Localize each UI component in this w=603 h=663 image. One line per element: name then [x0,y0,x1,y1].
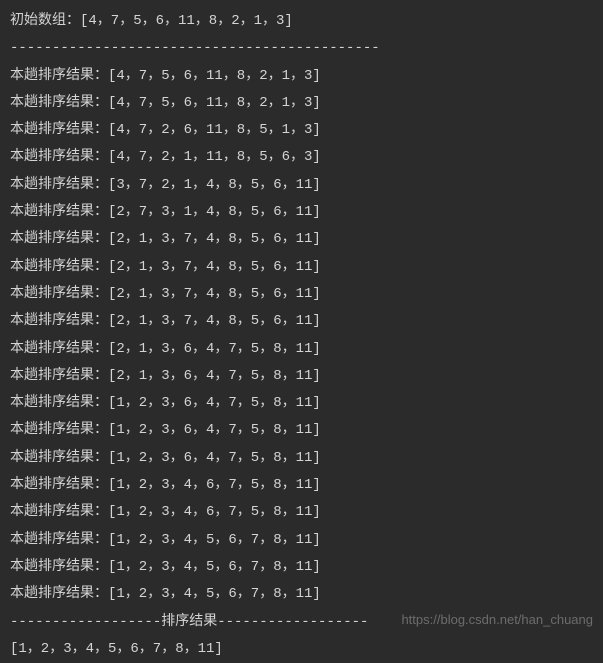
pass-array: [4，7，5，6，11，8，2，1，3] [108,95,321,111]
pass-array: [1，2，3，4，5，6，7，8，11] [108,532,321,548]
pass-array: [1，2，3，6，4，7，5，8，11] [108,450,321,466]
initial-array: [4，7，5，6，11，8，2，1，3] [80,13,293,29]
pass-line: 本趟排序结果：[2，7，3，1，4，8，5，6，11] [10,199,593,226]
pass-label: 本趟排序结果： [10,450,108,466]
pass-line: 本趟排序结果：[2，1，3，7，4，8，5，6，11] [10,226,593,253]
pass-array: [4，7，2，6，11，8，5，1，3] [108,122,321,138]
pass-line: 本趟排序结果：[1，2，3，4，5，6，7，8，11] [10,554,593,581]
pass-array: [1，2，3，4，6，7，5，8，11] [108,504,321,520]
pass-line: 本趟排序结果：[2，1，3，6，4，7，5，8，11] [10,336,593,363]
pass-label: 本趟排序结果： [10,231,108,247]
pass-array: [2，7，3，1，4，8，5，6，11] [108,204,321,220]
pass-label: 本趟排序结果： [10,504,108,520]
pass-line: 本趟排序结果：[4，7，5，6，11，8，2，1，3] [10,63,593,90]
pass-label: 本趟排序结果： [10,422,108,438]
pass-label: 本趟排序结果： [10,122,108,138]
pass-line: 本趟排序结果：[4，7，2，1，11，8，5，6，3] [10,144,593,171]
pass-label: 本趟排序结果： [10,259,108,275]
pass-array: [4，7，5，6，11，8，2，1，3] [108,68,321,84]
pass-label: 本趟排序结果： [10,532,108,548]
pass-label: 本趟排序结果： [10,177,108,193]
pass-line: 本趟排序结果：[2，1，3，7，4，8，5，6，11] [10,254,593,281]
pass-label: 本趟排序结果： [10,559,108,575]
pass-array: [1，2，3，6，4，7，5，8，11] [108,422,321,438]
pass-line: 本趟排序结果：[1，2，3，6，4，7，5，8，11] [10,417,593,444]
pass-line: 本趟排序结果：[2，1，3，6，4，7，5，8，11] [10,363,593,390]
pass-array: [2，1，3，6，4，7，5，8，11] [108,341,321,357]
pass-array: [1，2，3，4，5，6，7，8，11] [108,586,321,602]
pass-line: 本趟排序结果：[1，2，3，4，6，7，5，8，11] [10,472,593,499]
pass-array: [2，1，3，7，4，8，5，6，11] [108,259,321,275]
pass-line: 本趟排序结果：[2，1，3，7，4，8，5，6，11] [10,281,593,308]
pass-label: 本趟排序结果： [10,313,108,329]
pass-array: [2，1，3，7，4，8，5，6，11] [108,286,321,302]
pass-label: 本趟排序结果： [10,95,108,111]
pass-label: 本趟排序结果： [10,204,108,220]
pass-line: 本趟排序结果：[2，1，3，7，4，8，5，6，11] [10,308,593,335]
pass-line: 本趟排序结果：[1，2，3，4，5，6，7，8，11] [10,527,593,554]
pass-array: [1，2，3，4，5，6，7，8，11] [108,559,321,575]
watermark: https://blog.csdn.net/han_chuang [401,607,593,632]
pass-label: 本趟排序结果： [10,368,108,384]
pass-line: 本趟排序结果：[1，2，3，4，6，7，5，8，11] [10,499,593,526]
pass-array: [2，1，3，7，4，8，5，6，11] [108,231,321,247]
pass-array: [4，7，2，1，11，8，5，6，3] [108,149,321,165]
pass-line: 本趟排序结果：[1，2，3，6，4，7，5，8，11] [10,445,593,472]
pass-label: 本趟排序结果： [10,286,108,302]
pass-array: [1，2，3，6，4，7，5，8，11] [108,395,321,411]
separator: ----------------------------------------… [10,35,593,62]
pass-label: 本趟排序结果： [10,395,108,411]
pass-label: 本趟排序结果： [10,341,108,357]
pass-line: 本趟排序结果：[1，2，3，4，5，6，7，8，11] [10,581,593,608]
passes-container: 本趟排序结果：[4，7，5，6，11，8，2，1，3]本趟排序结果：[4，7，5… [10,63,593,609]
final-array: [1，2，3，4，5，6，7，8，11] [10,636,593,663]
pass-label: 本趟排序结果： [10,586,108,602]
pass-label: 本趟排序结果： [10,149,108,165]
pass-line: 本趟排序结果：[3，7，2，1，4，8，5，6，11] [10,172,593,199]
pass-array: [2，1，3，7，4，8，5，6，11] [108,313,321,329]
pass-array: [3，7，2，1，4，8，5，6，11] [108,177,321,193]
pass-line: 本趟排序结果：[1，2，3，6，4，7，5，8，11] [10,390,593,417]
pass-array: [2，1，3，6，4，7，5，8，11] [108,368,321,384]
pass-label: 本趟排序结果： [10,477,108,493]
pass-label: 本趟排序结果： [10,68,108,84]
initial-line: 初始数组：[4，7，5，6，11，8，2，1，3] [10,8,593,35]
pass-array: [1，2，3，4，6，7，5，8，11] [108,477,321,493]
pass-line: 本趟排序结果：[4，7，5，6，11，8，2，1，3] [10,90,593,117]
pass-line: 本趟排序结果：[4，7，2，6，11，8，5，1，3] [10,117,593,144]
initial-label: 初始数组： [10,13,80,29]
